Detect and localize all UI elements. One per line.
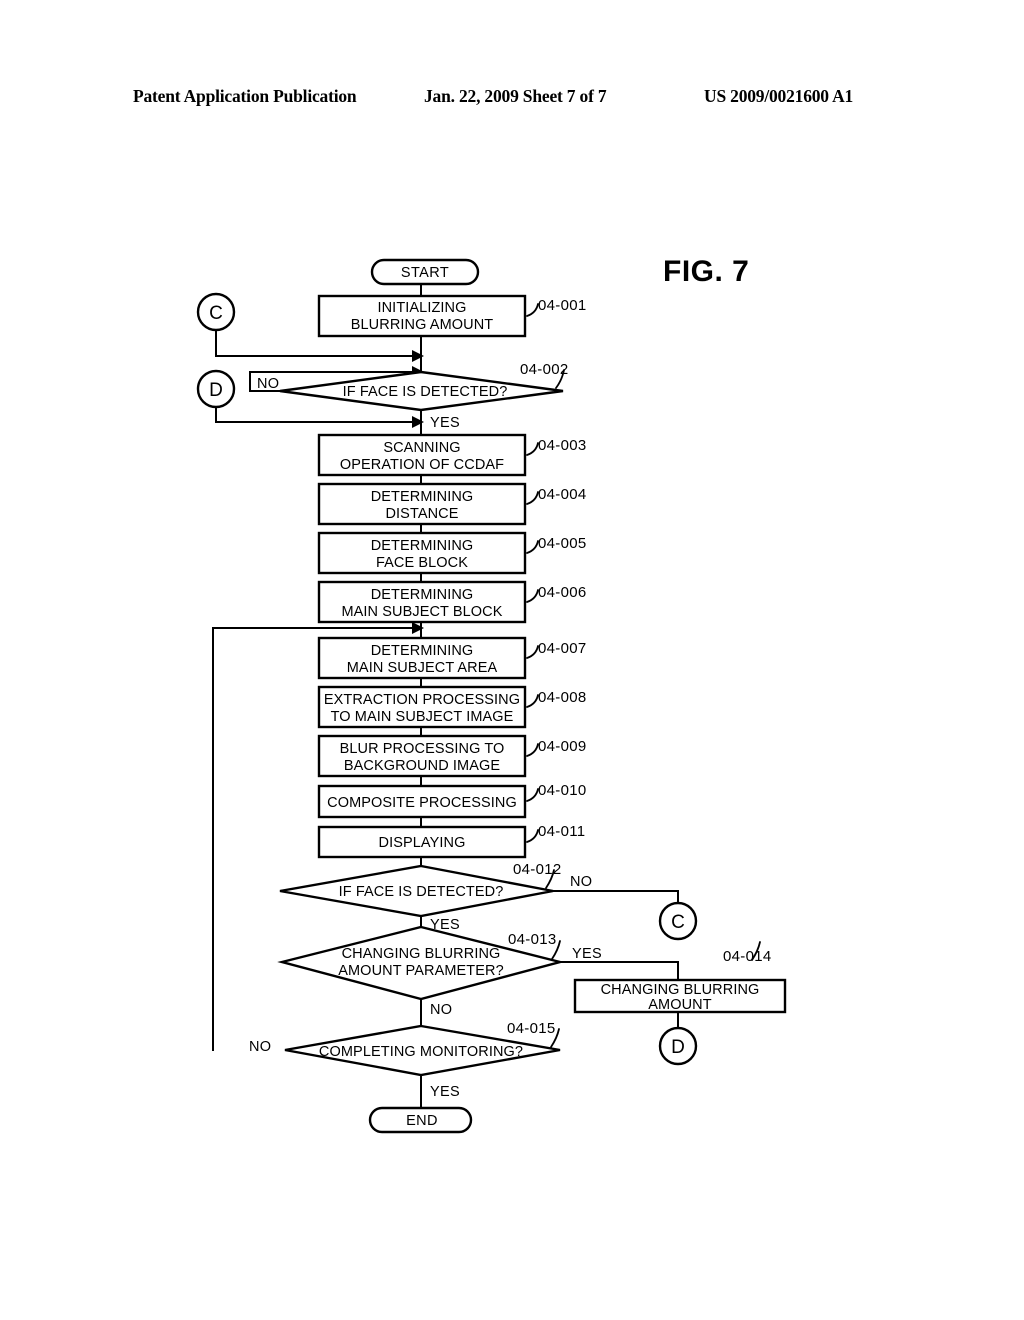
leader-04-010 (526, 788, 539, 802)
ref-04-003: 04-003 (538, 437, 587, 454)
terminal-end-label: END (406, 1113, 438, 1129)
process-04-004: DETERMINING DISTANCE 04-004 (317, 482, 587, 526)
process-04-001-line2: BLURRING AMOUNT (351, 317, 494, 333)
decision-04-013-line1: CHANGING BLURRING (342, 946, 501, 962)
process-04-003-line2: OPERATION OF CCDAF (340, 457, 504, 473)
process-04-009: BLUR PROCESSING TO BACKGROUND IMAGE 04-0… (317, 734, 587, 778)
ref-04-012: 04-012 (513, 861, 562, 878)
ref-04-005: 04-005 (538, 535, 587, 552)
leader-04-006 (526, 589, 539, 603)
process-04-010: COMPOSITE PROCESSING 04-010 (317, 782, 587, 819)
ref-04-010: 04-010 (538, 782, 587, 799)
leader-04-011 (526, 829, 539, 843)
ref-04-013: 04-013 (508, 931, 557, 948)
process-04-001-line1: INITIALIZING (377, 300, 466, 316)
process-04-004-line1: DETERMINING (371, 489, 474, 505)
process-04-007: DETERMINING MAIN SUBJECT AREA 04-007 (317, 636, 587, 680)
decision-04-002-no-label: NO (257, 376, 279, 392)
decision-04-002-yes-label: YES (430, 415, 460, 431)
process-04-008: EXTRACTION PROCESSING TO MAIN SUBJECT IM… (317, 685, 587, 729)
connector-c-bottom: C (658, 901, 698, 941)
decision-04-012: IF FACE IS DETECTED? 04-012 NO YES (279, 861, 592, 933)
arrowhead-connector-d-in (412, 416, 424, 428)
leader-04-007 (526, 645, 539, 659)
process-04-014-line2: AMOUNT (648, 997, 711, 1013)
edge-04-012-no-to-connector-c (552, 890, 679, 904)
arrowhead-04-015-no-feedback (412, 622, 424, 634)
edge-04-013-yes-to-04-014 (559, 961, 679, 981)
decision-04-012-no-label: NO (570, 874, 592, 890)
ref-04-014: 04-014 (723, 948, 772, 965)
terminal-start-label: START (401, 265, 449, 281)
decision-04-002-line1: IF FACE IS DETECTED? (343, 384, 508, 400)
decision-04-013-line2: AMOUNT PARAMETER? (338, 963, 504, 979)
ref-04-004: 04-004 (538, 486, 587, 503)
process-04-003-line1: SCANNING (383, 440, 460, 456)
process-04-008-line1: EXTRACTION PROCESSING (324, 692, 520, 708)
connector-d-bottom-label: D (671, 1037, 685, 1058)
decision-04-015-yes-label: YES (430, 1084, 460, 1100)
leader-04-005 (526, 540, 539, 554)
process-04-006: DETERMINING MAIN SUBJECT BLOCK 04-006 (317, 580, 587, 624)
connector-c-top-label: C (209, 303, 223, 324)
connector-c-top: C (196, 292, 236, 332)
arrowhead-connector-c-in (412, 350, 424, 362)
leader-04-003 (526, 442, 539, 456)
decision-04-013-no-label: NO (430, 1002, 452, 1018)
process-04-010-line1: COMPOSITE PROCESSING (327, 795, 517, 811)
process-04-006-line1: DETERMINING (371, 587, 474, 603)
process-04-003: SCANNING OPERATION OF CCDAF 04-003 (317, 433, 587, 477)
process-04-007-line2: MAIN SUBJECT AREA (347, 660, 498, 676)
decision-04-013-yes-label: YES (572, 946, 602, 962)
ref-04-002: 04-002 (520, 361, 569, 378)
patent-figure-page: Patent Application Publication Jan. 22, … (0, 0, 1024, 1320)
connector-d-top-label: D (209, 380, 223, 401)
ref-04-007: 04-007 (538, 640, 587, 657)
process-04-005: DETERMINING FACE BLOCK 04-005 (317, 531, 587, 575)
ref-04-011: 04-011 (538, 823, 585, 840)
process-04-011: DISPLAYING 04-011 (317, 823, 585, 859)
connector-c-bottom-label: C (671, 912, 685, 933)
process-04-009-line1: BLUR PROCESSING TO (340, 741, 505, 757)
process-04-007-line1: DETERMINING (371, 643, 474, 659)
process-04-011-line1: DISPLAYING (379, 835, 466, 851)
leader-04-009 (526, 743, 539, 757)
decision-04-012-line1: IF FACE IS DETECTED? (339, 884, 504, 900)
connector-d-top: D (196, 369, 236, 409)
leader-04-001 (526, 303, 539, 317)
decision-04-013: CHANGING BLURRING AMOUNT PARAMETER? 04-0… (277, 925, 602, 1018)
decision-04-015-no-label: NO (249, 1039, 271, 1055)
process-04-004-line2: DISTANCE (385, 506, 458, 522)
leader-04-004 (526, 491, 539, 505)
ref-04-001: 04-001 (538, 297, 587, 314)
process-04-005-line2: FACE BLOCK (376, 555, 468, 571)
process-04-014-line1: CHANGING BLURRING (601, 982, 760, 998)
process-04-005-line1: DETERMINING (371, 538, 474, 554)
process-04-008-line2: TO MAIN SUBJECT IMAGE (331, 709, 514, 725)
process-04-009-line2: BACKGROUND IMAGE (344, 758, 501, 774)
decision-04-015: COMPLETING MONITORING? 04-015 NO YES (249, 1020, 561, 1100)
ref-04-015: 04-015 (507, 1020, 556, 1037)
process-04-006-line2: MAIN SUBJECT BLOCK (341, 604, 502, 620)
ref-04-006: 04-006 (538, 584, 587, 601)
ref-04-009: 04-009 (538, 738, 587, 755)
terminal-end: END (368, 1106, 473, 1134)
connector-d-bottom: D (658, 1026, 698, 1066)
terminal-start: START (370, 258, 480, 286)
flowchart-diagram: START C D INITIALIZING BLURRING AMOUNT 0… (196, 258, 787, 1134)
process-04-014: CHANGING BLURRING AMOUNT 04-014 (573, 948, 787, 1014)
process-04-001: INITIALIZING BLURRING AMOUNT 04-001 (317, 294, 587, 338)
leader-04-008 (526, 694, 539, 708)
ref-04-008: 04-008 (538, 689, 587, 706)
decision-04-015-line1: COMPLETING MONITORING? (319, 1044, 523, 1060)
